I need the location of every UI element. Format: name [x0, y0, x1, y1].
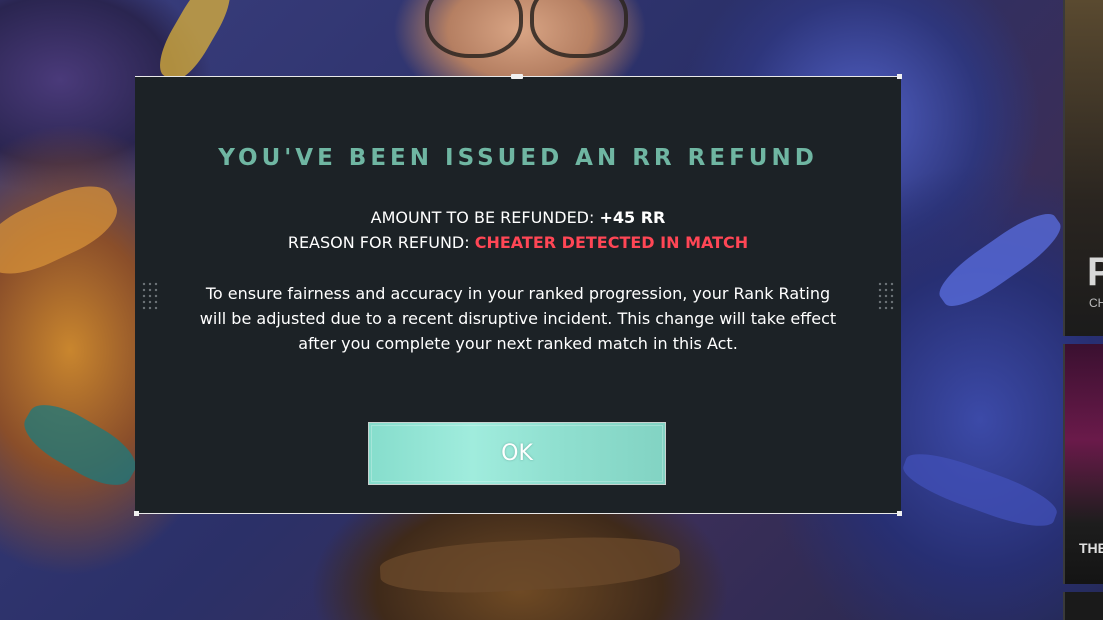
- game-screen: P CH THE YOU'VE BEEN ISSUED AN RR REFUND…: [0, 0, 1103, 620]
- reason-line: REASON FOR REFUND: CHEATER DETECTED IN M…: [135, 230, 901, 255]
- ok-button[interactable]: OK: [368, 422, 666, 485]
- dialog-dot-grid-left: [141, 281, 159, 311]
- reason-label: REASON FOR REFUND:: [287, 233, 470, 252]
- dialog-description: To ensure fairness and accuracy in your …: [199, 284, 837, 353]
- reason-value: CHEATER DETECTED IN MATCH: [474, 233, 749, 252]
- side-panel-bottom[interactable]: [1063, 592, 1103, 620]
- side-panel-title: P: [1087, 250, 1103, 295]
- amount-line: AMOUNT TO BE REFUNDED: +45 RR: [135, 205, 901, 230]
- dialog-title: YOU'VE BEEN ISSUED AN RR REFUND: [218, 145, 818, 171]
- background-stroke: [378, 532, 682, 598]
- character-glasses-right: [530, 0, 628, 58]
- background-stroke: [0, 173, 127, 287]
- background-stroke: [15, 393, 145, 497]
- refund-info: AMOUNT TO BE REFUNDED: +45 RR REASON FOR…: [135, 205, 901, 255]
- dialog-dot-grid-right: [877, 281, 895, 311]
- amount-label: AMOUNT TO BE REFUNDED:: [370, 208, 595, 227]
- side-panel-middle[interactable]: THE: [1063, 344, 1103, 584]
- side-panel-top[interactable]: P CH: [1063, 0, 1103, 336]
- rr-refund-dialog: YOU'VE BEEN ISSUED AN RR REFUND AMOUNT T…: [134, 74, 902, 516]
- dialog-corner: [897, 74, 902, 79]
- side-panel-subtitle: CH: [1089, 296, 1103, 310]
- background-stroke: [150, 0, 240, 88]
- character-glasses-left: [425, 0, 523, 58]
- dialog-corner: [897, 511, 902, 516]
- amount-value: +45 RR: [599, 208, 666, 227]
- side-panel-label: THE: [1079, 540, 1103, 556]
- background-stroke: [931, 203, 1069, 317]
- background-stroke: [897, 443, 1063, 537]
- dialog-corner: [134, 511, 139, 516]
- dialog-notch: [511, 74, 523, 79]
